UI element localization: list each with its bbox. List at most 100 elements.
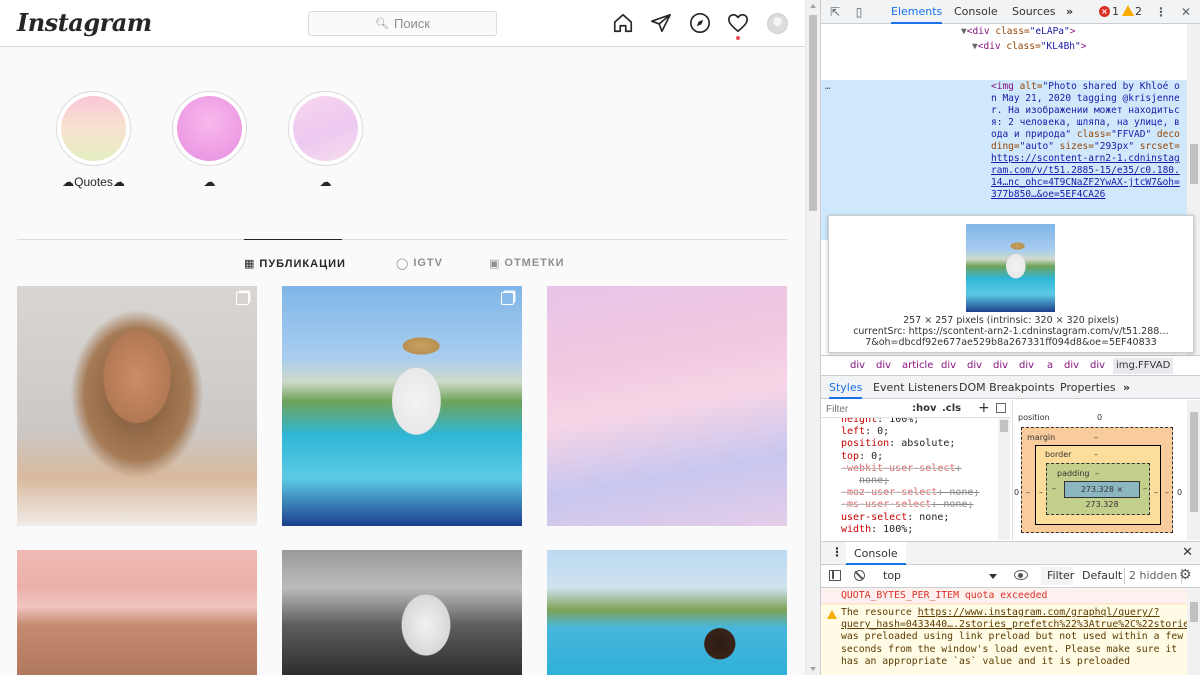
hov-button[interactable]: :hov [912, 403, 937, 414]
story-highlight[interactable]: ☁ [172, 91, 247, 189]
breadcrumb-item[interactable]: div [993, 360, 1008, 371]
gear-icon[interactable]: ⚙ [1179, 567, 1192, 583]
styles-filter-input[interactable] [826, 402, 906, 417]
page-scrollbar[interactable] [805, 0, 820, 675]
css-property-name[interactable]: top [841, 451, 859, 462]
css-property[interactable]: -ms-user-select: none; [841, 499, 973, 511]
console-sidebar-icon[interactable] [829, 570, 841, 581]
css-property-value[interactable]: none; [949, 487, 979, 498]
css-property-value[interactable]: 0; [877, 426, 889, 437]
log-levels-dropdown[interactable]: Default [1082, 565, 1122, 587]
drawer-tab-console[interactable]: Console [846, 542, 906, 565]
tab-igtv[interactable]: ◯ IGTV [396, 239, 443, 287]
box-border-right[interactable]: – [1154, 488, 1158, 497]
breadcrumb-item[interactable]: div [941, 360, 956, 371]
post-thumbnail[interactable] [547, 550, 787, 675]
css-property-name[interactable]: height [841, 418, 877, 425]
box-position-left[interactable]: 0 [1014, 488, 1019, 497]
css-property[interactable]: top: 0; [841, 451, 883, 463]
box-padding-right[interactable]: – [1143, 484, 1147, 493]
box-content-size[interactable]: 273.328 × 273.328 [1064, 481, 1140, 509]
story-highlight[interactable]: ☁Quotes☁ [56, 91, 131, 189]
css-property[interactable]: none; [859, 475, 889, 487]
scrollbar-thumb[interactable] [1000, 420, 1008, 432]
scroll-down-arrow[interactable] [810, 667, 816, 671]
srcset-link[interactable]: https://scontent-arn2-1.cdninstagram.com… [991, 153, 1180, 200]
breadcrumb-item[interactable]: div [1090, 360, 1105, 371]
dom-node[interactable]: ▼<div class="KL4Bh"> [972, 41, 1086, 53]
home-icon[interactable] [612, 12, 634, 34]
css-property[interactable]: -webkit-user-select: [841, 463, 961, 475]
scrollbar-thumb[interactable] [1190, 144, 1198, 184]
tab-properties[interactable]: Properties [1060, 376, 1116, 399]
css-property[interactable]: height: 100%; [841, 418, 919, 426]
tab-event-listeners[interactable]: Event Listeners [873, 376, 958, 399]
breadcrumb-item[interactable]: div [876, 360, 891, 371]
css-property-name[interactable]: width [841, 524, 871, 535]
chevron-down-icon[interactable] [989, 574, 997, 579]
toggle-sidebar-icon[interactable] [996, 403, 1006, 413]
box-border-value[interactable]: – [1094, 450, 1098, 459]
tab-posts[interactable]: ▦ ПУБЛИКАЦИИ [244, 239, 345, 287]
activity-heart-icon[interactable] [727, 12, 749, 34]
css-property-name[interactable]: -moz-user-select [841, 487, 937, 498]
tab-tagged[interactable]: ▣ ОТМЕТКИ [489, 239, 565, 287]
css-property-value[interactable]: 100%; [883, 524, 913, 535]
console-scrollbar[interactable] [1187, 588, 1200, 675]
breadcrumb-item[interactable]: a [1047, 360, 1053, 371]
live-expression-eye-icon[interactable] [1014, 570, 1028, 580]
post-thumbnail[interactable] [547, 286, 787, 526]
tab-elements[interactable]: Elements [891, 0, 943, 24]
tab-styles[interactable]: Styles [829, 376, 863, 399]
css-property[interactable]: user-select: none; [841, 512, 949, 524]
box-margin-value[interactable]: – [1094, 433, 1098, 442]
css-property-value[interactable]: none; [943, 499, 973, 510]
breadcrumb-item[interactable]: div [1064, 360, 1079, 371]
breadcrumb-item[interactable]: div [850, 360, 865, 371]
box-model-scrollbar[interactable] [1187, 400, 1200, 540]
more-subtabs-button[interactable]: » [1123, 376, 1130, 399]
dom-node[interactable]: ▼<div class="eLAPa"> [961, 26, 1075, 38]
tab-console[interactable]: Console [954, 0, 998, 24]
explore-icon[interactable] [689, 12, 711, 34]
css-property[interactable]: width: 100%; [841, 524, 913, 536]
breadcrumb-item[interactable]: div [1019, 360, 1034, 371]
story-highlight[interactable]: ☁ [288, 91, 363, 189]
profile-avatar[interactable] [767, 13, 788, 34]
css-property[interactable]: position: absolute; [841, 438, 955, 450]
breadcrumb-item[interactable]: div [967, 360, 982, 371]
css-property-name[interactable]: -webkit-user-select [841, 463, 955, 474]
close-icon[interactable]: ✕ [1178, 4, 1194, 20]
close-icon[interactable]: ✕ [1182, 545, 1193, 560]
context-selector[interactable]: top [877, 565, 1002, 587]
scrollbar-thumb[interactable] [1190, 412, 1198, 512]
scrollbar-thumb[interactable] [809, 15, 817, 211]
post-thumbnail[interactable] [17, 286, 257, 526]
post-thumbnail[interactable] [17, 550, 257, 675]
box-padding-left[interactable]: – [1052, 484, 1056, 493]
warning-count[interactable]: 2 [1135, 0, 1142, 24]
console-warning-message[interactable]: The resource https://www.instagram.com/g… [821, 604, 1200, 675]
css-property-name[interactable]: position [841, 438, 889, 449]
css-property-value[interactable]: none; [859, 475, 889, 486]
tab-dom-breakpoints[interactable]: DOM Breakpoints [959, 376, 1055, 399]
box-margin-left[interactable]: – [1026, 488, 1030, 497]
more-tabs-button[interactable]: » [1066, 0, 1073, 24]
css-property-name[interactable]: -ms-user-select [841, 499, 931, 510]
node-ellipsis-icon[interactable]: … [825, 82, 830, 92]
scroll-up-arrow[interactable] [810, 4, 816, 8]
instagram-logo[interactable]: Instagram [17, 8, 152, 37]
console-filter-input[interactable]: Filter [1041, 567, 1074, 585]
drawer-menu-icon[interactable]: ⋮ [831, 545, 843, 559]
css-property-value[interactable]: 0; [871, 451, 883, 462]
scrollbar-thumb[interactable] [1190, 602, 1198, 622]
kebab-menu-icon[interactable]: ⋮ [1153, 4, 1169, 20]
css-property-name[interactable]: user-select [841, 512, 907, 523]
css-property-name[interactable]: left [841, 426, 865, 437]
box-position-right[interactable]: 0 [1177, 488, 1182, 497]
styles-scrollbar[interactable] [998, 418, 1010, 540]
tab-sources[interactable]: Sources [1012, 0, 1056, 24]
post-thumbnail[interactable] [282, 286, 522, 526]
inspect-element-icon[interactable]: ⇱ [827, 4, 843, 20]
box-position-value[interactable]: 0 [1097, 413, 1102, 422]
